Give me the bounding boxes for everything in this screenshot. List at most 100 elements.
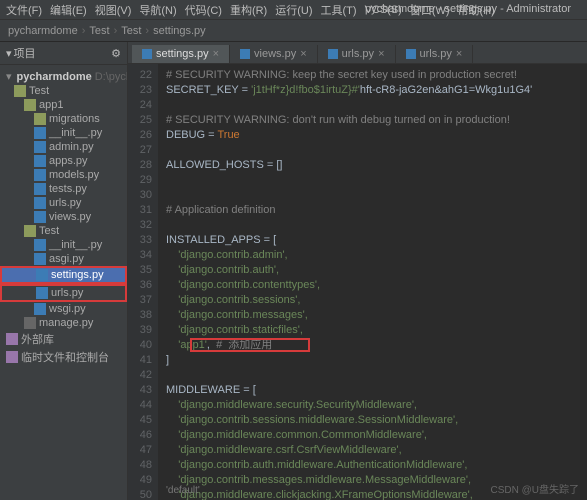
crumb[interactable]: pycharmdome: [8, 25, 78, 37]
highlight-box: [190, 338, 310, 352]
tree-item[interactable]: 临时文件和控制台: [0, 348, 127, 366]
editor-tab[interactable]: urls.py ×: [318, 45, 396, 63]
tree-label: manage.py: [39, 317, 93, 329]
tree-item[interactable]: tests.py: [0, 182, 127, 196]
tree-item[interactable]: Test: [0, 224, 127, 238]
tree-item[interactable]: manage.py: [0, 316, 127, 330]
tree-item[interactable]: Test: [0, 84, 127, 98]
chevron-down-icon: ▾: [6, 47, 12, 60]
tree-label: migrations: [49, 113, 100, 125]
close-icon[interactable]: ×: [378, 48, 384, 60]
menu-item[interactable]: 文件(F): [6, 2, 42, 18]
close-icon[interactable]: ×: [456, 48, 462, 60]
tree-label: settings.py: [51, 269, 104, 281]
code-line[interactable]: [166, 143, 587, 158]
crumb[interactable]: settings.py: [153, 25, 206, 37]
project-sidebar: ▾ 项目 ⚙ ▾ pycharmdome D:\pycharmdome Test…: [0, 42, 128, 500]
db-icon: [24, 317, 36, 329]
python-icon: [240, 49, 250, 59]
tree-label: tests.py: [49, 183, 87, 195]
python-icon: [328, 49, 338, 59]
tree-item[interactable]: apps.py: [0, 154, 127, 168]
code-line[interactable]: 'django.contrib.contenttypes',: [166, 278, 587, 293]
code-line[interactable]: # SECURITY WARNING: don't run with debug…: [166, 113, 587, 128]
code-line[interactable]: [166, 218, 587, 233]
py-icon: [34, 141, 46, 153]
menu-item[interactable]: 工具(T): [321, 2, 357, 18]
tree-item[interactable]: app1: [0, 98, 127, 112]
code-line[interactable]: 'django.middleware.security.SecurityMidd…: [166, 398, 587, 413]
code-line[interactable]: 'django.contrib.sessions.middleware.Sess…: [166, 413, 587, 428]
code-line[interactable]: 'django.contrib.messages',: [166, 308, 587, 323]
tree-item[interactable]: models.py: [0, 168, 127, 182]
tree-label: admin.py: [49, 141, 94, 153]
folder-icon: [34, 113, 46, 125]
code-editor[interactable]: 2223242526272829303132333435363738394041…: [128, 64, 587, 500]
tree-item[interactable]: wsgi.py: [0, 302, 127, 316]
tree-item[interactable]: asgi.py: [0, 252, 127, 266]
py-icon: [34, 155, 46, 167]
tree-item[interactable]: 外部库: [0, 330, 127, 348]
code-line[interactable]: INSTALLED_APPS = [: [166, 233, 587, 248]
tree-root[interactable]: ▾ pycharmdome D:\pycharmdome: [0, 69, 127, 84]
py-icon: [34, 303, 46, 315]
editor-tabs: settings.py×views.py×urls.py×urls.py×: [128, 42, 587, 64]
menu-item[interactable]: 运行(U): [275, 2, 312, 18]
code-line[interactable]: # SECURITY WARNING: keep the secret key …: [166, 68, 587, 83]
tree-item[interactable]: urls.py: [2, 286, 125, 300]
editor-tab[interactable]: settings.py ×: [132, 45, 230, 63]
tree-item[interactable]: views.py: [0, 210, 127, 224]
py-icon: [36, 269, 48, 281]
tree-item[interactable]: urls.py: [0, 196, 127, 210]
code-line[interactable]: [166, 98, 587, 113]
tree-item[interactable]: migrations: [0, 112, 127, 126]
close-icon[interactable]: ×: [300, 48, 306, 60]
code-line[interactable]: 'django.contrib.auth',: [166, 263, 587, 278]
menu-item[interactable]: 导航(N): [139, 2, 176, 18]
code-line[interactable]: MIDDLEWARE = [: [166, 383, 587, 398]
code-line[interactable]: 'django.middleware.csrf.CsrfViewMiddlewa…: [166, 443, 587, 458]
code-line[interactable]: [166, 368, 587, 383]
editor-tab[interactable]: urls.py×: [396, 45, 474, 63]
tree-label: urls.py: [49, 197, 81, 209]
code-line[interactable]: [166, 188, 587, 203]
code-line[interactable]: 'django.contrib.admin',: [166, 248, 587, 263]
code-line[interactable]: SECRET_KEY = 'j1tHf*z}d!fbo$1irtuZ}#'hft…: [166, 83, 587, 98]
gear-icon[interactable]: ⚙: [111, 47, 121, 60]
tree-label: 临时文件和控制台: [21, 349, 109, 365]
code-line[interactable]: DEBUG = True: [166, 128, 587, 143]
tree-label: apps.py: [49, 155, 88, 167]
crumb[interactable]: Test: [89, 25, 109, 37]
py-icon: [34, 239, 46, 251]
tab-label: urls.py: [342, 48, 374, 60]
close-icon[interactable]: ×: [213, 48, 219, 60]
menu-item[interactable]: 重构(R): [230, 2, 267, 18]
tree-item[interactable]: __init__.py: [0, 238, 127, 252]
code-line[interactable]: 'django.middleware.common.CommonMiddlewa…: [166, 428, 587, 443]
tab-label: settings.py: [156, 48, 209, 60]
menu-item[interactable]: 视图(V): [95, 2, 132, 18]
tree-item[interactable]: __init__.py: [0, 126, 127, 140]
folder-icon: [24, 225, 36, 237]
code-line[interactable]: # Application definition: [166, 203, 587, 218]
code-line[interactable]: 'django.contrib.staticfiles',: [166, 323, 587, 338]
tree-label: Test: [29, 85, 49, 97]
code-lines[interactable]: # SECURITY WARNING: keep the secret key …: [158, 64, 587, 500]
py-icon: [34, 211, 46, 223]
tree-label: Test: [39, 225, 59, 237]
py-icon: [36, 287, 48, 299]
menu-item[interactable]: 代码(C): [185, 2, 222, 18]
menu-item[interactable]: 编辑(E): [50, 2, 87, 18]
sidebar-header[interactable]: ▾ 项目 ⚙: [0, 42, 127, 65]
code-line[interactable]: 'django.contrib.auth.middleware.Authenti…: [166, 458, 587, 473]
code-line[interactable]: 'django.contrib.sessions',: [166, 293, 587, 308]
tree-item[interactable]: settings.py: [2, 268, 125, 282]
editor-tab[interactable]: views.py×: [230, 45, 318, 63]
tree-item[interactable]: admin.py: [0, 140, 127, 154]
code-line[interactable]: ]: [166, 353, 587, 368]
crumb[interactable]: Test: [121, 25, 141, 37]
structure-hint: 'default': [166, 483, 200, 498]
code-line[interactable]: ALLOWED_HOSTS = []: [166, 158, 587, 173]
code-line[interactable]: [166, 173, 587, 188]
breadcrumb: pycharmdome›Test›Test›settings.py: [0, 20, 587, 42]
